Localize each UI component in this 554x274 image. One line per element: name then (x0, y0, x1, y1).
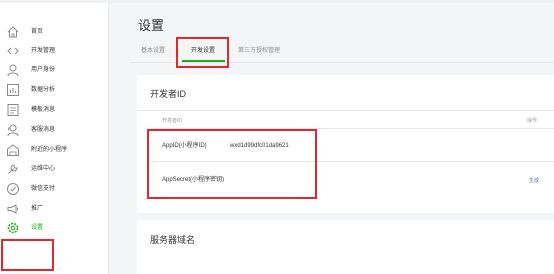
page-title: 设置 (138, 18, 165, 33)
sidebar: 首页 开发管理 用户身份 数据分析 模板消息 客服消息 附近的小程序 运维中心 … (0, 3, 109, 274)
sidebar-item-ops-center[interactable]: 运维中心 (0, 160, 108, 178)
sidebar-item-label: 模板消息 (31, 107, 56, 113)
location-icon (6, 143, 20, 157)
sidebar-item-label: 数据分析 (31, 87, 56, 93)
sidebar-item-label: 附近的小程序 (31, 147, 68, 153)
sidebar-item-label: 运维中心 (31, 166, 56, 172)
chart-icon (6, 83, 20, 97)
sidebar-item-user-identity[interactable]: 用户身份 (0, 61, 108, 79)
column-header-developer-id: 开发者ID (162, 118, 183, 124)
sidebar-item-label: 首页 (31, 29, 44, 35)
sidebar-item-label: 推广 (31, 206, 44, 212)
sidebar-item-dev-management[interactable]: 开发管理 (0, 42, 108, 60)
sidebar-item-label: 客服消息 (31, 127, 56, 133)
sidebar-item-home[interactable]: 首页 (0, 23, 108, 41)
code-icon (6, 44, 20, 58)
template-icon (6, 103, 20, 117)
sidebar-item-label: 微信支付 (31, 186, 56, 192)
sidebar-item-promotion[interactable]: 推广 (0, 200, 108, 218)
wrench-icon (6, 162, 20, 176)
sidebar-item-nearby-mini-programs[interactable]: 附近的小程序 (0, 141, 108, 159)
payment-icon (6, 182, 20, 196)
card-divider (137, 110, 554, 111)
sidebar-item-data-analysis[interactable]: 数据分析 (0, 81, 108, 99)
credentials-highlight-box (147, 129, 317, 199)
server-domain-title: 服务器域名 (150, 235, 196, 245)
sidebar-item-wechat-pay[interactable]: 微信支付 (0, 180, 108, 198)
user-icon (6, 63, 20, 77)
service-icon (6, 123, 20, 137)
sidebar-item-label: 开发管理 (31, 48, 56, 54)
column-header-action: 操作 (527, 118, 538, 124)
tab-basic-settings[interactable]: 基本设置 (141, 45, 165, 57)
dev-settings-highlight-box (176, 37, 229, 68)
developer-id-title: 开发者ID (150, 89, 187, 99)
generate-secret-link[interactable]: 生成 (529, 176, 539, 186)
sidebar-item-template-messages[interactable]: 模板消息 (0, 101, 108, 119)
sidebar-item-label: 设置 (31, 225, 44, 231)
tab-third-party-auth[interactable]: 第三方授权管理 (238, 45, 280, 57)
home-icon (6, 25, 20, 39)
sidebar-item-settings[interactable]: 设置 (0, 219, 108, 237)
sidebar-item-customer-service[interactable]: 客服消息 (0, 121, 108, 139)
sidebar-item-label: 用户身份 (31, 67, 56, 73)
settings-icon (6, 221, 20, 235)
settings-highlight-box (1, 239, 54, 271)
server-domain-card: 服务器域名 (137, 220, 554, 274)
megaphone-icon (6, 202, 20, 216)
developer-id-card: 开发者ID 开发者ID 操作 AppID(小程序ID) wxd1d99dfc01… (137, 75, 554, 213)
